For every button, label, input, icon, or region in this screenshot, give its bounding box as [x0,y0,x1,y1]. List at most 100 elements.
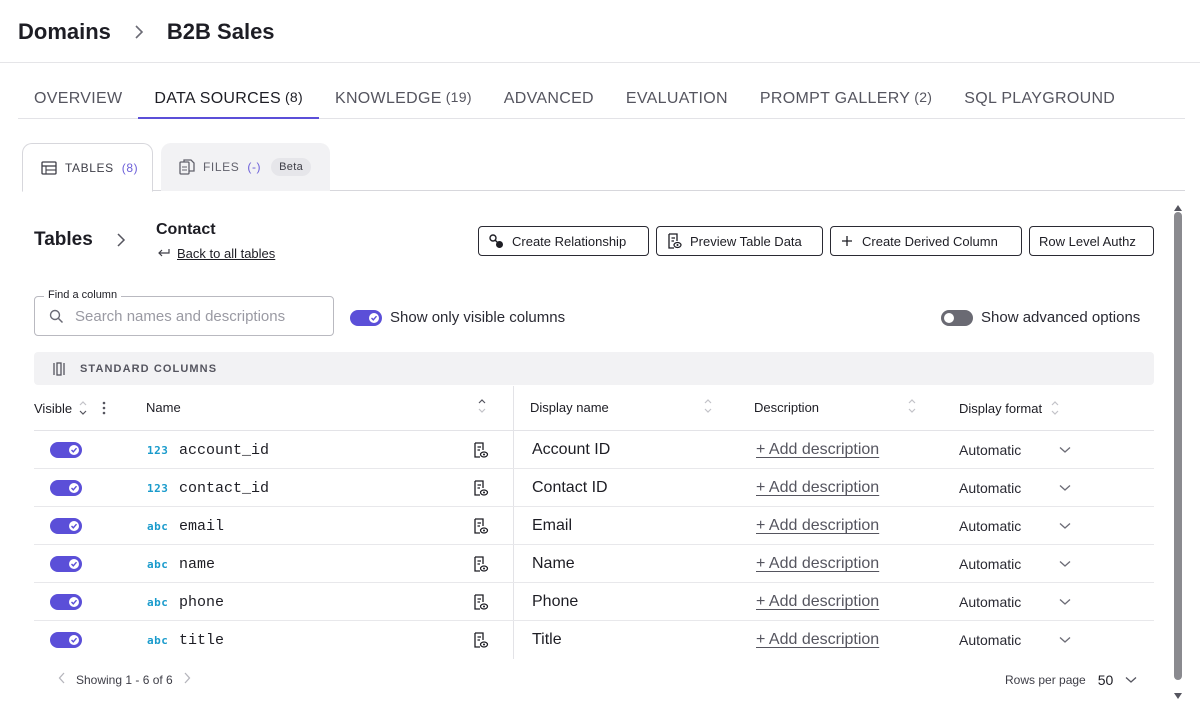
visible-toggle[interactable] [50,480,82,496]
chevron-down-icon[interactable] [1059,507,1071,545]
display-name[interactable]: Contact ID [532,469,608,507]
column-header-visible[interactable]: Visible [34,400,106,416]
preview-doc-icon[interactable] [473,621,489,659]
check-icon [69,635,79,645]
scrollbar-thumb[interactable] [1174,212,1182,680]
tab-evaluation[interactable]: EVALUATION [610,80,744,119]
display-name[interactable]: Name [532,545,575,583]
search-icon [49,309,64,329]
check-icon [69,521,79,531]
add-description-link[interactable]: + Add description [756,431,879,469]
preview-doc-icon[interactable] [473,583,489,621]
scrollbar[interactable] [1172,196,1184,700]
table-row: abc name Name + Add description Automati… [34,545,1154,583]
create-relationship-button[interactable]: Create Relationship [478,226,649,256]
chevron-right-icon [133,24,145,40]
subtab-tables[interactable]: TABLES (8) [22,143,153,192]
table-row: 123 contact_id Contact ID + Add descript… [34,469,1154,507]
visible-toggle[interactable] [50,442,82,458]
subtab-files[interactable]: FILES (-) Beta [161,143,330,191]
chevron-down-icon[interactable] [1125,676,1137,684]
add-description-link[interactable]: + Add description [756,583,879,621]
column-header-description[interactable]: Description [754,400,819,415]
sort-icon[interactable] [477,398,487,414]
columns-icon [52,362,66,376]
beta-badge: Beta [271,158,311,176]
column-name: title [179,621,224,659]
chevron-down-icon[interactable] [1059,431,1071,469]
preview-table-data-button[interactable]: Preview Table Data [656,226,823,256]
visible-toggle[interactable] [50,518,82,534]
preview-doc-icon[interactable] [473,431,489,469]
rows-per-page: Rows per page 50 [1005,672,1137,688]
tab-sql-playground[interactable]: SQL PLAYGROUND [948,80,1131,119]
display-name[interactable]: Title [532,621,562,659]
tab-overview[interactable]: OVERVIEW [18,80,138,119]
pagination: Showing 1 - 6 of 6 [58,672,191,687]
tables-link[interactable]: Tables [34,229,93,251]
more-vert-icon[interactable] [102,401,106,415]
table-row: abc phone Phone + Add description Automa… [34,583,1154,621]
column-header-name[interactable]: Name [146,400,181,415]
visible-toggle[interactable] [50,632,82,648]
display-format-select[interactable]: Automatic [959,507,1021,545]
back-to-tables-link[interactable]: Back to all tables [157,246,275,261]
add-description-link[interactable]: + Add description [756,469,879,507]
advanced-options-toggle[interactable] [941,310,973,326]
column-header-display-name[interactable]: Display name [530,400,609,415]
visible-toggle[interactable] [50,594,82,610]
create-derived-column-button[interactable]: Create Derived Column [830,226,1022,256]
pagination-status: Showing 1 - 6 of 6 [76,673,173,687]
standard-columns-header: STANDARD COLUMNS [34,352,1154,385]
preview-doc-icon [666,233,682,249]
check-icon [69,483,79,493]
check-icon [369,313,379,323]
chevron-down-icon[interactable] [1059,545,1071,583]
display-format-select[interactable]: Automatic [959,621,1021,659]
type-badge: abc [147,621,168,659]
preview-doc-icon[interactable] [473,545,489,583]
chevron-left-icon[interactable] [58,672,66,687]
find-column-field: Find a column [34,296,334,336]
display-format-select[interactable]: Automatic [959,469,1021,507]
chevron-down-icon[interactable] [1059,583,1071,621]
display-format-select[interactable]: Automatic [959,583,1021,621]
visible-only-toggle[interactable] [350,310,382,326]
tab-prompt-gallery[interactable]: PROMPT GALLERY(2) [744,80,948,119]
display-name[interactable]: Account ID [532,431,610,469]
breadcrumb-domains-link[interactable]: Domains [18,19,111,45]
add-description-link[interactable]: + Add description [756,507,879,545]
rows-per-page-select[interactable]: 50 [1098,672,1114,688]
tab-advanced[interactable]: ADVANCED [488,80,610,119]
add-description-link[interactable]: + Add description [756,545,879,583]
type-badge: 123 [147,431,168,469]
table-row: abc title Title + Add description Automa… [34,621,1154,659]
visible-toggle[interactable] [50,556,82,572]
tab-data-sources[interactable]: DATA SOURCES(8) [138,80,319,119]
chevron-down-icon[interactable] [1059,621,1071,659]
chevron-down-icon[interactable] [1059,469,1071,507]
display-name[interactable]: Phone [532,583,578,621]
chevron-right-icon[interactable] [183,672,191,687]
row-level-authz-button[interactable]: Row Level Authz [1029,226,1154,256]
header-divider [0,62,1200,63]
type-badge: abc [147,507,168,545]
column-header-display-format[interactable]: Display format [959,400,1060,416]
sort-icon[interactable] [907,398,917,414]
column-name: phone [179,583,224,621]
search-input[interactable] [75,305,325,327]
plus-icon [840,234,854,248]
preview-doc-icon[interactable] [473,469,489,507]
visible-only-label: Show only visible columns [390,309,565,326]
tab-knowledge[interactable]: KNOWLEDGE(19) [319,80,488,119]
display-name[interactable]: Email [532,507,572,545]
type-badge: abc [147,545,168,583]
display-format-select[interactable]: Automatic [959,545,1021,583]
column-name: email [179,507,224,545]
add-description-link[interactable]: + Add description [756,621,879,659]
sort-icon[interactable] [703,398,713,414]
scroll-down-icon[interactable] [1174,686,1182,704]
display-format-select[interactable]: Automatic [959,431,1021,469]
chevron-right-icon [116,232,126,253]
preview-doc-icon[interactable] [473,507,489,545]
